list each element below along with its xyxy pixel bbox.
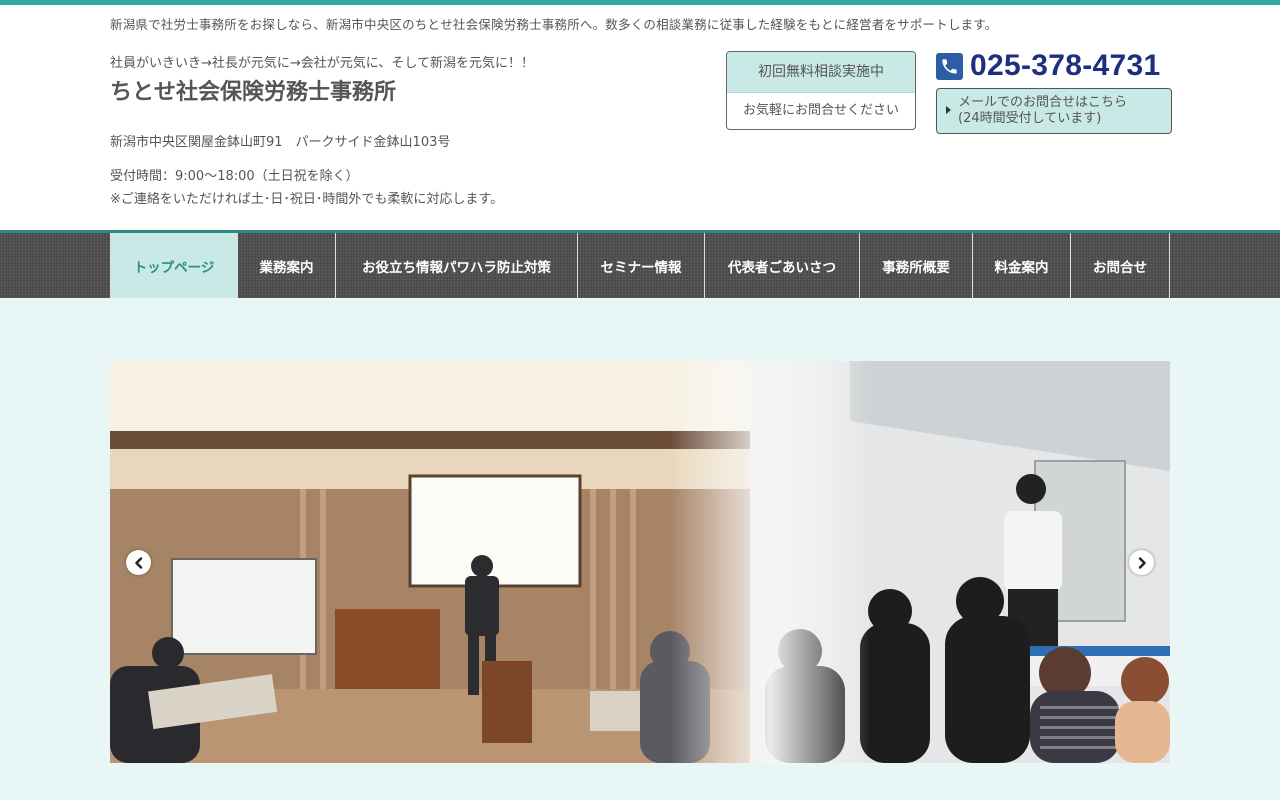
nav-item-useful-info[interactable]: お役立ち情報パワハラ防止対策 <box>336 233 578 298</box>
office-address: 新潟市中央区関屋金鉢山町91 パークサイド金鉢山103号 <box>110 135 451 150</box>
consultation-title: 初回無料相談実施中 <box>727 52 915 93</box>
nav-item-top[interactable]: トップページ <box>111 233 238 298</box>
nav-item-seminar[interactable]: セミナー情報 <box>578 233 705 298</box>
nav-item-fees[interactable]: 料金案内 <box>973 233 1071 298</box>
business-hours-note: ※ご連絡をいただければ土･日･祝日･時間外でも柔軟に対応します。 <box>110 192 504 207</box>
phone-number[interactable]: 025-378-4731 <box>970 49 1160 83</box>
hero-slider[interactable] <box>110 361 1170 763</box>
consultation-subtitle: お気軽にお問合せください <box>742 103 899 118</box>
global-nav: トップページ 業務案内 お役立ち情報パワハラ防止対策 セミナー情報 代表者ごあい… <box>0 230 1280 298</box>
business-hours: 受付時間：9:00～18:00（土日祝を除く） ※ご連絡をいただければ土･日･祝… <box>110 165 503 211</box>
chevron-left-icon <box>134 556 142 569</box>
nav-item-contact[interactable]: お問合せ <box>1071 233 1170 298</box>
main-content <box>0 298 1280 800</box>
mail-inquiry-note: (24時間受付しています) <box>958 111 1102 126</box>
business-hours-line: 受付時間：9:00～18:00（土日祝を除く） <box>110 169 359 184</box>
slider-next-button[interactable] <box>1129 550 1154 575</box>
free-consultation-box: 初回無料相談実施中 お気軽にお問合せください <box>726 51 916 130</box>
nav-item-services[interactable]: 業務案内 <box>238 233 336 298</box>
chevron-right-icon <box>1138 556 1146 569</box>
mail-inquiry-button[interactable]: メールでのお問合せはこちら (24時間受付しています) <box>936 88 1172 134</box>
slider-prev-button[interactable] <box>126 550 151 575</box>
mail-inquiry-label: メールでのお問合せはこちら <box>958 95 1128 110</box>
site-title[interactable]: ちとせ社会保険労務士事務所 <box>110 74 396 106</box>
nav-menu: トップページ 業務案内 お役立ち情報パワハラ防止対策 セミナー情報 代表者ごあい… <box>110 233 1170 298</box>
top-accent-bar <box>0 0 1280 5</box>
header-catchphrase: 社員がいきいき→社長が元気に→会社が元気に、そして新潟を元気に！！ <box>110 56 535 71</box>
phone-contact[interactable]: 025-378-4731 <box>936 48 1160 84</box>
nav-item-office[interactable]: 事務所概要 <box>860 233 973 298</box>
nav-item-greeting[interactable]: 代表者ごあいさつ <box>705 233 860 298</box>
caret-right-icon <box>946 106 951 114</box>
seminar-photo <box>110 361 1170 763</box>
header-tagline: 新潟県で社労士事務所をお探しなら、新潟市中央区のちとせ社会保険労務士事務所へ。数… <box>110 17 998 32</box>
phone-icon <box>936 52 963 80</box>
